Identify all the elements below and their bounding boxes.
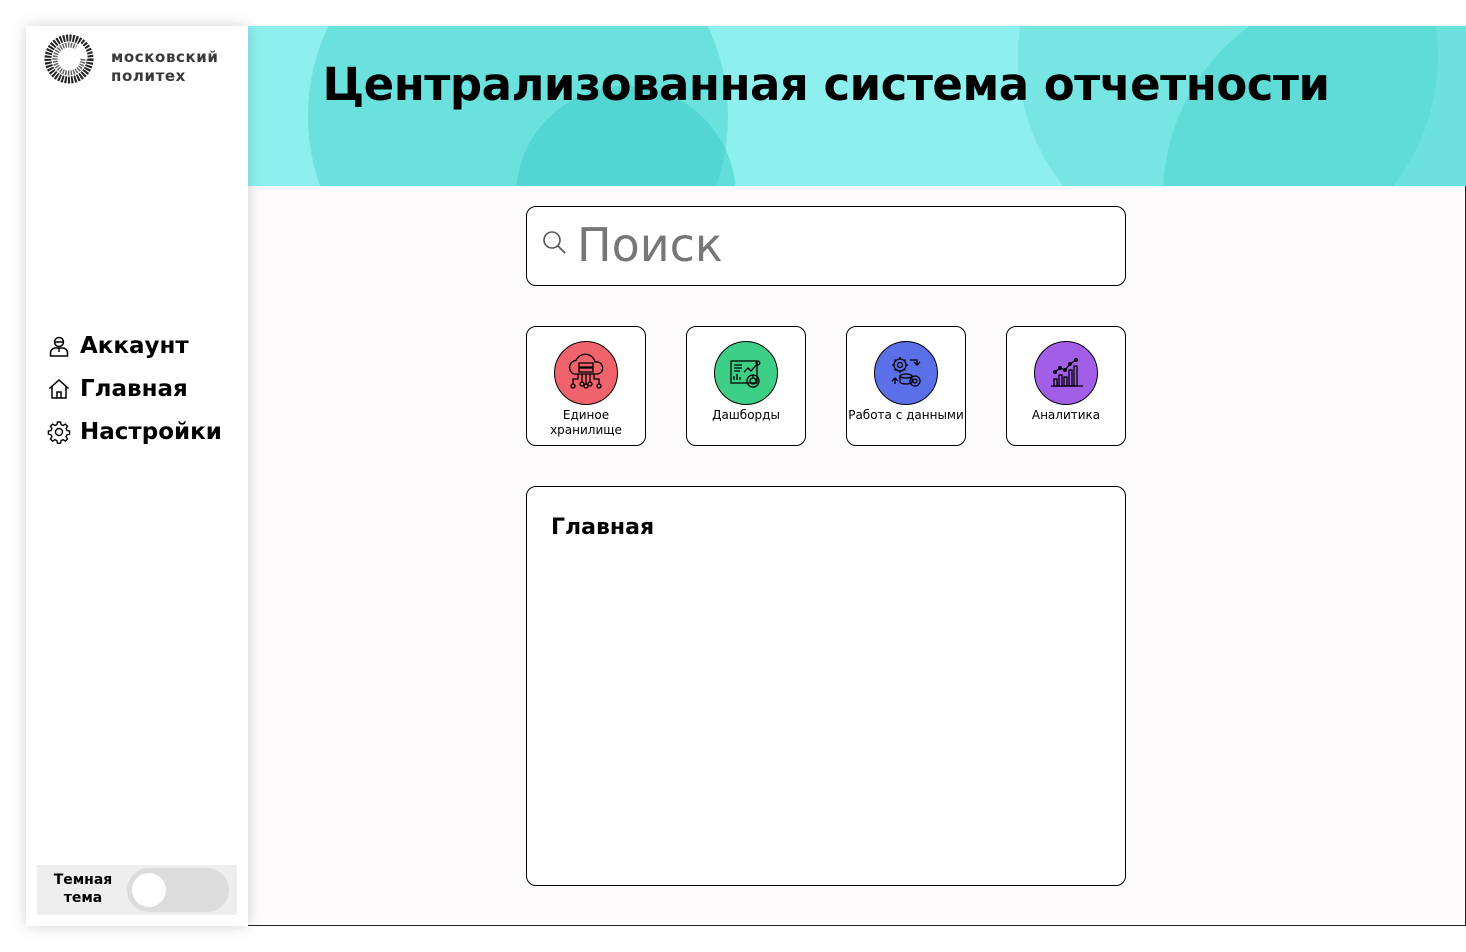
logo-mark-icon — [44, 34, 94, 84]
search-icon — [543, 231, 566, 254]
sidebar-item-label: Аккаунт — [80, 332, 189, 359]
header-banner: Централизованная система отчетности — [248, 26, 1466, 186]
content-title: Главная — [551, 515, 655, 540]
dashboard-icon — [714, 341, 778, 405]
tile-label: Дашборды — [712, 408, 780, 422]
tile-storage[interactable]: Единое хранилище — [526, 326, 646, 446]
content-panel: Главная — [526, 486, 1126, 886]
page-title: Централизованная система отчетности — [322, 58, 1330, 111]
sidebar-nav: Аккаунт Главная Настройки — [46, 324, 246, 453]
tile-analytics[interactable]: Аналитика — [1006, 326, 1126, 446]
tile-label: Работа с данными — [848, 408, 964, 422]
tile-dashboards[interactable]: Дашборды — [686, 326, 806, 446]
toggle-knob — [132, 873, 166, 907]
sidebar-item-label: Главная — [80, 375, 188, 402]
cloud-storage-icon — [554, 341, 618, 405]
logo-line-1: московский — [111, 48, 219, 66]
sidebar-item-account[interactable]: Аккаунт — [46, 324, 246, 367]
tile-data-processing[interactable]: Работа с данными — [846, 326, 966, 446]
dark-theme-toggle[interactable] — [127, 868, 229, 912]
theme-toggle-label: Темная тема — [53, 872, 113, 906]
home-icon — [46, 376, 72, 402]
search-input[interactable] — [577, 215, 1107, 275]
user-icon — [46, 333, 72, 359]
sidebar-item-home[interactable]: Главная — [46, 367, 246, 410]
gear-icon — [46, 419, 72, 445]
tile-label: Аналитика — [1031, 408, 1101, 422]
logo[interactable]: московский политех — [44, 34, 244, 86]
logo-line-2: политех — [111, 67, 186, 85]
search-bar — [526, 206, 1126, 286]
logo-text: московский политех — [111, 48, 219, 86]
theme-switcher: Темная тема — [37, 865, 237, 915]
analytics-icon — [1034, 341, 1098, 405]
data-processing-icon — [874, 341, 938, 405]
tile-label: Единое хранилище — [550, 408, 622, 437]
sidebar: московский политех Аккаунт Главная Настр… — [26, 26, 248, 926]
sidebar-item-settings[interactable]: Настройки — [46, 410, 246, 453]
sidebar-item-label: Настройки — [80, 418, 222, 445]
